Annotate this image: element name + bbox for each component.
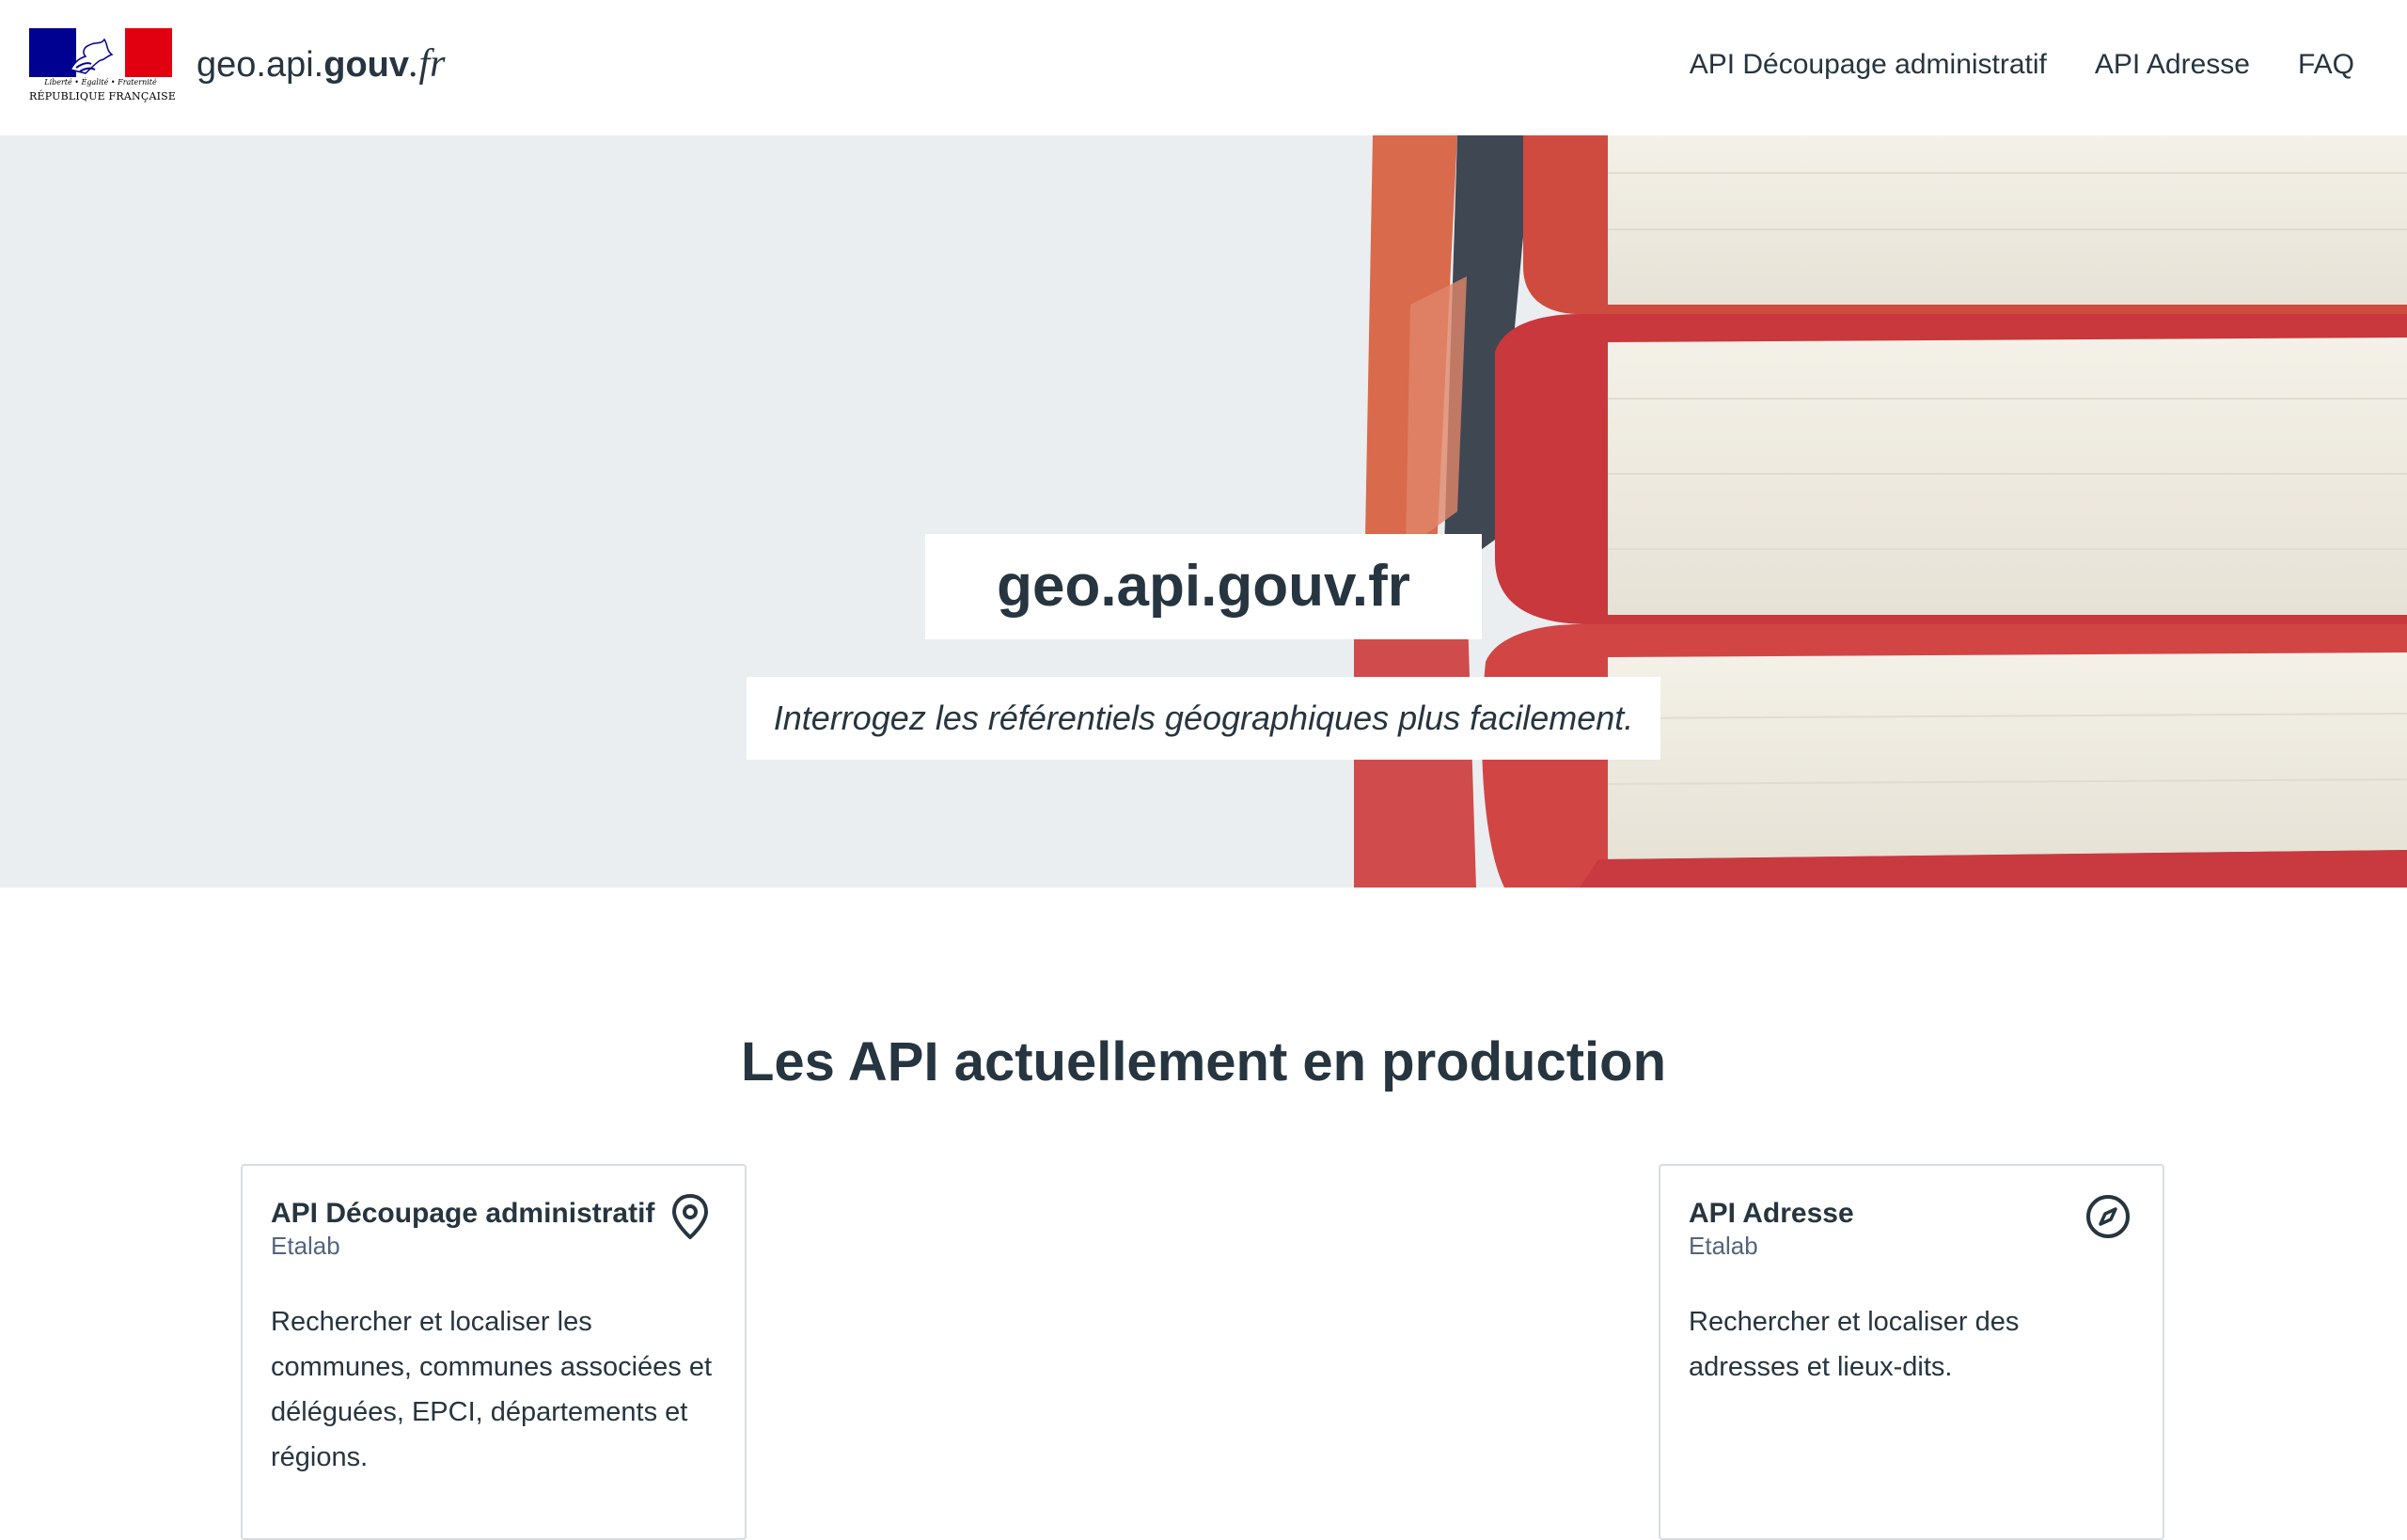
republic-name: RÉPUBLIQUE FRANÇAISE	[29, 90, 177, 102]
hero-tagline-box: Interrogez les référentiels géographique…	[747, 677, 1660, 760]
card-title: API Adresse	[1689, 1198, 1854, 1229]
hero-title-box: geo.api.gouv.fr	[925, 534, 1482, 639]
map-pin-icon	[672, 1194, 708, 1239]
nav-link-faq[interactable]: FAQ	[2298, 49, 2354, 81]
books-stack-image	[1354, 135, 2407, 888]
card-title: API Découpage administratif	[271, 1198, 655, 1229]
section-title: Les API actuellement en production	[740, 1031, 1667, 1092]
card-owner: Etalab	[271, 1232, 340, 1260]
site-header: Liberté • Égalité • Fraternité RÉPUBLIQU…	[0, 0, 2407, 135]
republic-motto: Liberté • Égalité • Fraternité	[44, 78, 157, 86]
site-name-part1: geo.api.	[197, 45, 324, 85]
card-owner: Etalab	[1689, 1232, 1758, 1260]
card-description: Rechercher et localiser les communes, co…	[271, 1307, 713, 1472]
nav-link-api-adresse[interactable]: API Adresse	[2095, 49, 2250, 81]
hero-banner: geo.api.gouv.fr Interrogez les référenti…	[0, 135, 2407, 888]
main-nav: API Découpage administratif API Adresse …	[1690, 49, 2354, 81]
nav-link-decoupage-administratif[interactable]: API Découpage administratif	[1690, 49, 2047, 81]
api-card-decoupage-administratif[interactable]: API Découpage administratif Etalab Reche…	[241, 1164, 747, 1540]
site-name-part3: .fr	[409, 42, 446, 86]
site-name-part2: gouv	[323, 45, 410, 85]
api-card-adresse[interactable]: API Adresse Etalab Rechercher et localis…	[1659, 1164, 2164, 1540]
compass-icon	[2086, 1195, 2130, 1238]
republique-francaise-logo[interactable]: Liberté • Égalité • Fraternité RÉPUBLIQU…	[29, 28, 177, 107]
marianne-icon	[69, 38, 114, 74]
card-description: Rechercher et localiser des adresses et …	[1689, 1307, 2020, 1382]
site-name-link[interactable]: geo.api.gouv.fr	[197, 41, 446, 86]
hero-title: geo.api.gouv.fr	[997, 554, 1410, 619]
hero-tagline: Interrogez les référentiels géographique…	[773, 699, 1634, 737]
